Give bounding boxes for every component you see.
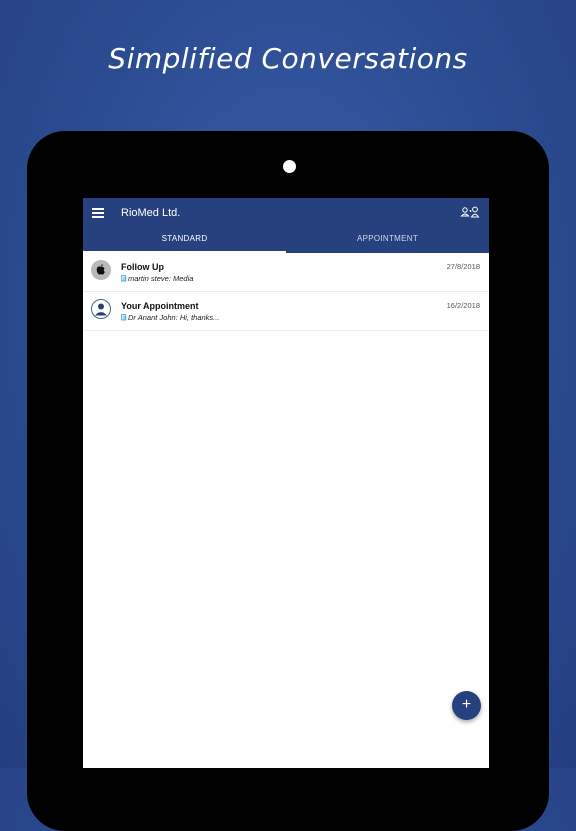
list-item[interactable]: Your Appointment Dr Anant John: Hi, than… — [83, 292, 489, 331]
apple-icon — [91, 260, 111, 280]
preview-text: martin steve: Media — [128, 274, 194, 283]
preview-text: Dr Anant John: Hi, thanks... — [128, 313, 220, 322]
conversation-date: 27/8/2018 — [446, 262, 480, 271]
tab-standard[interactable]: STANDARD — [83, 229, 286, 253]
menu-icon[interactable] — [92, 208, 104, 218]
message-icon — [121, 275, 127, 282]
conversation-title: Follow Up — [121, 262, 164, 272]
conversation-date: 16/2/2018 — [446, 301, 480, 310]
users-icon[interactable] — [460, 206, 480, 218]
tab-appointment[interactable]: APPOINTMENT — [286, 229, 489, 253]
tab-bar: STANDARD APPOINTMENT — [83, 229, 489, 253]
app-screen: RioMed Ltd. STANDARD APPOINTMENT Follow … — [83, 198, 489, 768]
app-bar: RioMed Ltd. STANDARD APPOINTMENT — [83, 198, 489, 253]
conversation-list: Follow Up martin steve: Media 27/8/2018 … — [83, 253, 489, 331]
list-item[interactable]: Follow Up martin steve: Media 27/8/2018 — [83, 253, 489, 292]
new-conversation-button[interactable]: + — [452, 691, 481, 720]
conversation-title: Your Appointment — [121, 301, 199, 311]
conversation-preview: martin steve: Media — [121, 274, 193, 283]
message-icon — [121, 314, 127, 321]
promo-headline: Simplified Conversations — [108, 42, 468, 75]
person-icon — [91, 299, 111, 319]
app-title: RioMed Ltd. — [121, 207, 181, 219]
conversation-preview: Dr Anant John: Hi, thanks... — [121, 313, 219, 322]
camera-dot — [283, 160, 296, 173]
